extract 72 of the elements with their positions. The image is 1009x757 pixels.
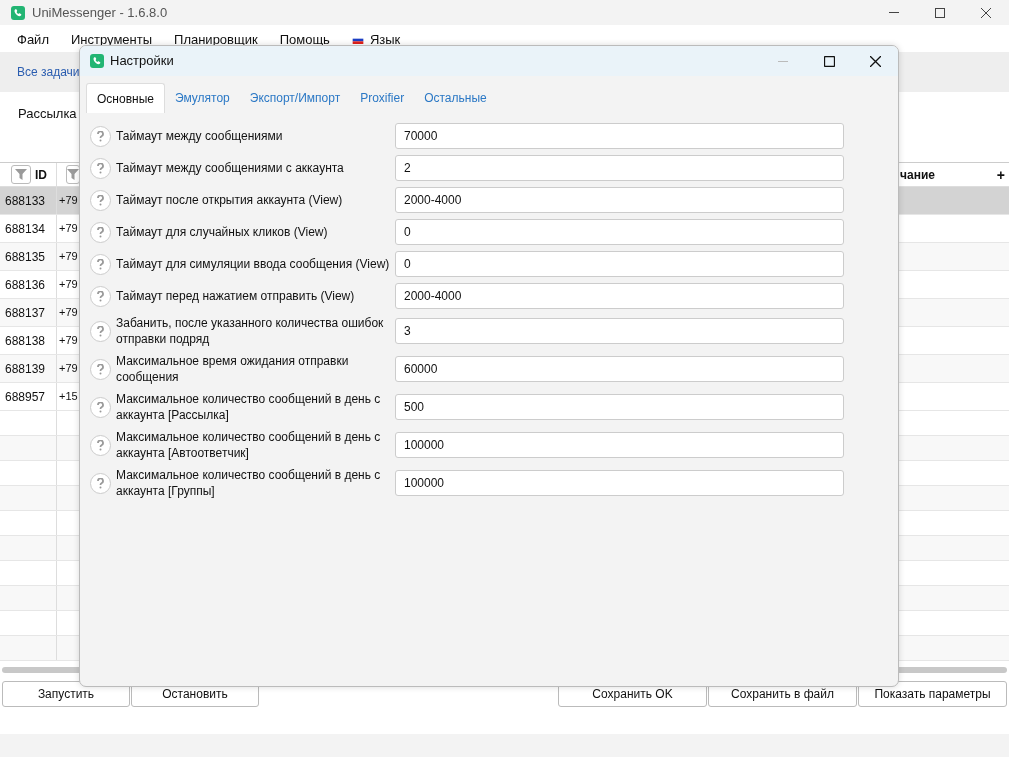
field-label: Таймаут после открытия аккаунта (View) <box>116 192 344 208</box>
help-icon[interactable] <box>90 221 111 243</box>
window-title: UniMessenger - 1.6.8.0 <box>32 3 168 22</box>
help-icon[interactable] <box>90 285 111 307</box>
filter-icon[interactable] <box>66 165 80 184</box>
action-button[interactable]: Показать параметры <box>858 681 1007 707</box>
table-cell-text: +79 <box>58 305 78 321</box>
tab[interactable]: Остальные <box>414 83 497 113</box>
table-cell: 688137 <box>0 299 57 326</box>
input-field[interactable]: 500 <box>395 394 844 420</box>
dialog-title: Настройки <box>110 52 174 71</box>
input-field[interactable]: 60000 <box>395 356 844 382</box>
phone-app-icon <box>90 54 104 68</box>
menu-item[interactable]: Язык <box>351 29 401 50</box>
table-cell-text: +79 <box>58 333 78 349</box>
add-column-icon[interactable]: + <box>996 167 1005 182</box>
field-label: Таймаут для случайных кликов (View) <box>116 224 329 240</box>
table-cell: 688135 <box>0 243 57 270</box>
table-cell-text: +79 <box>58 361 78 377</box>
field-label: Забанить, после указанного количества ошибок отправки подряд <box>116 315 385 347</box>
field-label: Максимальное количество сообщений в день с аккаунта [Автоответчик] <box>116 429 382 461</box>
field-label: Таймаут для симуляции ввода сообщения (View) <box>116 256 390 272</box>
help-icon[interactable] <box>90 472 111 494</box>
table-cell-text: +79 <box>58 249 78 265</box>
input-field[interactable]: 3 <box>395 318 844 344</box>
help-icon[interactable] <box>90 157 111 179</box>
input-field[interactable]: 0 <box>395 219 844 245</box>
help-icon[interactable] <box>90 434 111 456</box>
menu-item[interactable]: Помощь <box>279 29 330 50</box>
menu-item[interactable]: Планировщик <box>174 29 258 50</box>
table-cell: 688133 <box>0 187 57 214</box>
table-cell-text: +79 <box>58 277 78 293</box>
tab[interactable]: Эмулятор <box>164 83 240 113</box>
tab[interactable]: Экспорт/Импорт <box>239 83 351 113</box>
input-field[interactable]: 100000 <box>395 432 844 458</box>
table-cell-text: +79 <box>58 193 78 209</box>
help-icon[interactable] <box>90 358 111 380</box>
table-cell-text: +79 <box>58 221 78 237</box>
help-icon[interactable] <box>90 320 111 342</box>
field-label: Максимальное количество сообщений в день с аккаунта [Группы] <box>116 467 382 499</box>
action-button[interactable]: Запустить <box>2 681 130 707</box>
tab[interactable]: Proxifier <box>350 83 415 113</box>
phone-app-icon <box>11 5 25 20</box>
input-field[interactable]: 2000-4000 <box>395 283 844 309</box>
table-cell: 688957 <box>0 383 57 410</box>
table-cell: 688136 <box>0 271 57 298</box>
field-label: Таймаут между сообщениями с аккаунта <box>116 160 345 176</box>
all-tasks-link[interactable]: Все задачи <box>17 63 80 81</box>
input-field[interactable]: 0 <box>395 251 844 277</box>
table-cell: 688139 <box>0 355 57 382</box>
input-field[interactable]: 2000-4000 <box>395 187 844 213</box>
input-field[interactable]: 2 <box>395 155 844 181</box>
field-label: Таймаут перед нажатием отправить (View) <box>116 288 356 304</box>
input-field[interactable]: 100000 <box>395 470 844 496</box>
filter-icon[interactable] <box>11 165 31 184</box>
help-icon[interactable] <box>90 125 111 147</box>
help-icon[interactable] <box>90 189 111 211</box>
table-cell: 688138 <box>0 327 57 354</box>
field-label: Таймаут между сообщениями <box>116 128 284 144</box>
input-field[interactable]: 70000 <box>395 123 844 149</box>
table-cell-text: +15 <box>58 389 78 405</box>
column-header[interactable]: ID <box>0 163 57 186</box>
field-label: Максимальное количество сообщений в день с аккаунта [Рассылка] <box>116 391 382 423</box>
help-icon[interactable] <box>90 396 111 418</box>
tab[interactable]: Основные <box>86 83 165 113</box>
menu-item[interactable]: Инструменты <box>70 29 153 50</box>
column-header[interactable]: чание + <box>898 163 1009 186</box>
table-cell: 688134 <box>0 215 57 242</box>
field-label: Максимальное время ожидания отправки сообщения <box>116 353 350 385</box>
help-icon[interactable] <box>90 253 111 275</box>
menu-item[interactable]: Файл <box>17 29 49 50</box>
section-title: Рассылка <box>18 105 77 123</box>
